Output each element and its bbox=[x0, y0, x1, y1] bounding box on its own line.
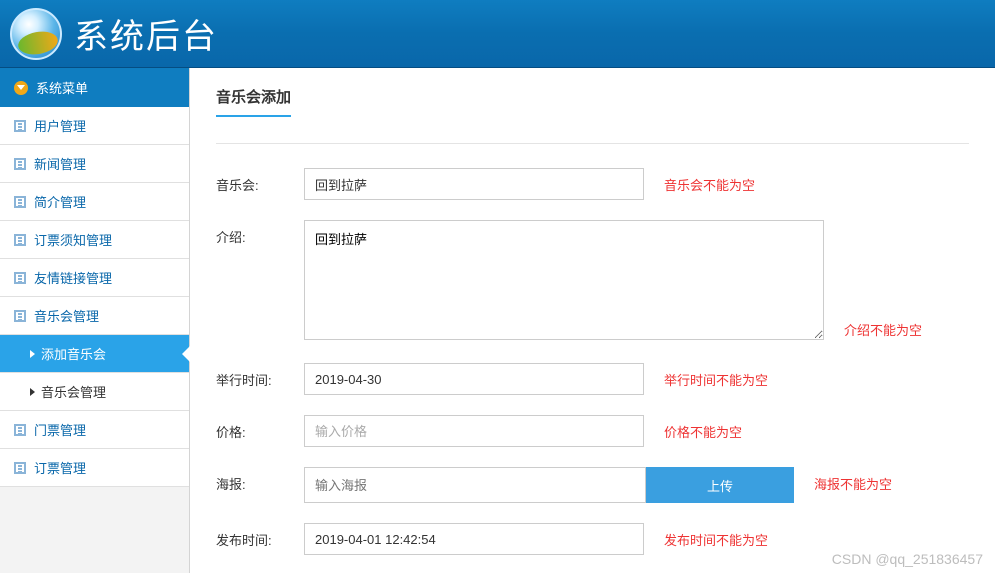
intro-textarea[interactable] bbox=[304, 220, 824, 340]
list-icon bbox=[14, 424, 26, 436]
concert-error: 音乐会不能为空 bbox=[664, 168, 755, 194]
concert-input[interactable] bbox=[304, 168, 644, 200]
list-icon bbox=[14, 272, 26, 284]
list-icon bbox=[14, 462, 26, 474]
menu-title: 系统菜单 bbox=[36, 78, 88, 97]
app-header: 系统后台 bbox=[0, 0, 995, 68]
intro-error: 介绍不能为空 bbox=[844, 320, 922, 343]
price-input[interactable] bbox=[304, 415, 644, 447]
sidebar-subitem-manage-concert[interactable]: 音乐会管理 bbox=[0, 373, 189, 411]
list-icon bbox=[14, 234, 26, 246]
main-content: 音乐会添加 音乐会: 音乐会不能为空 介绍: 介绍不能为空 举行时间: 举行时间… bbox=[190, 68, 995, 573]
sidebar-item-tickets[interactable]: 门票管理 bbox=[0, 411, 189, 449]
app-title: 系统后台 bbox=[74, 9, 218, 58]
list-icon bbox=[14, 120, 26, 132]
time-input[interactable] bbox=[304, 363, 644, 395]
publish-input[interactable] bbox=[304, 523, 644, 555]
poster-input[interactable] bbox=[304, 467, 646, 503]
price-error: 价格不能为空 bbox=[664, 415, 742, 441]
poster-error: 海报不能为空 bbox=[814, 467, 892, 493]
sidebar: 系统菜单 用户管理 新闻管理 简介管理 订票须知管理 友情链接管理 音乐会管理 … bbox=[0, 68, 190, 573]
arrow-right-icon bbox=[30, 350, 35, 358]
chevron-down-icon bbox=[14, 81, 28, 95]
intro-label: 介绍: bbox=[216, 220, 304, 246]
sidebar-item-bookings[interactable]: 订票管理 bbox=[0, 449, 189, 487]
list-icon bbox=[14, 196, 26, 208]
arrow-right-icon bbox=[30, 388, 35, 396]
sidebar-item-links[interactable]: 友情链接管理 bbox=[0, 259, 189, 297]
list-icon bbox=[14, 310, 26, 322]
upload-button[interactable]: 上传 bbox=[646, 467, 794, 503]
sidebar-subitem-add-concert[interactable]: 添加音乐会 bbox=[0, 335, 189, 373]
price-label: 价格: bbox=[216, 415, 304, 441]
poster-label: 海报: bbox=[216, 467, 304, 493]
time-label: 举行时间: bbox=[216, 363, 304, 389]
list-icon bbox=[14, 158, 26, 170]
time-error: 举行时间不能为空 bbox=[664, 363, 768, 389]
sidebar-item-intro[interactable]: 简介管理 bbox=[0, 183, 189, 221]
publish-error: 发布时间不能为空 bbox=[664, 523, 768, 549]
publish-label: 发布时间: bbox=[216, 523, 304, 549]
sidebar-item-ticket-notice[interactable]: 订票须知管理 bbox=[0, 221, 189, 259]
page-title: 音乐会添加 bbox=[216, 86, 291, 117]
concert-label: 音乐会: bbox=[216, 168, 304, 194]
sidebar-item-news[interactable]: 新闻管理 bbox=[0, 145, 189, 183]
menu-header[interactable]: 系统菜单 bbox=[0, 68, 189, 107]
sidebar-item-concert[interactable]: 音乐会管理 bbox=[0, 297, 189, 335]
sidebar-item-users[interactable]: 用户管理 bbox=[0, 107, 189, 145]
logo-icon bbox=[10, 8, 62, 60]
